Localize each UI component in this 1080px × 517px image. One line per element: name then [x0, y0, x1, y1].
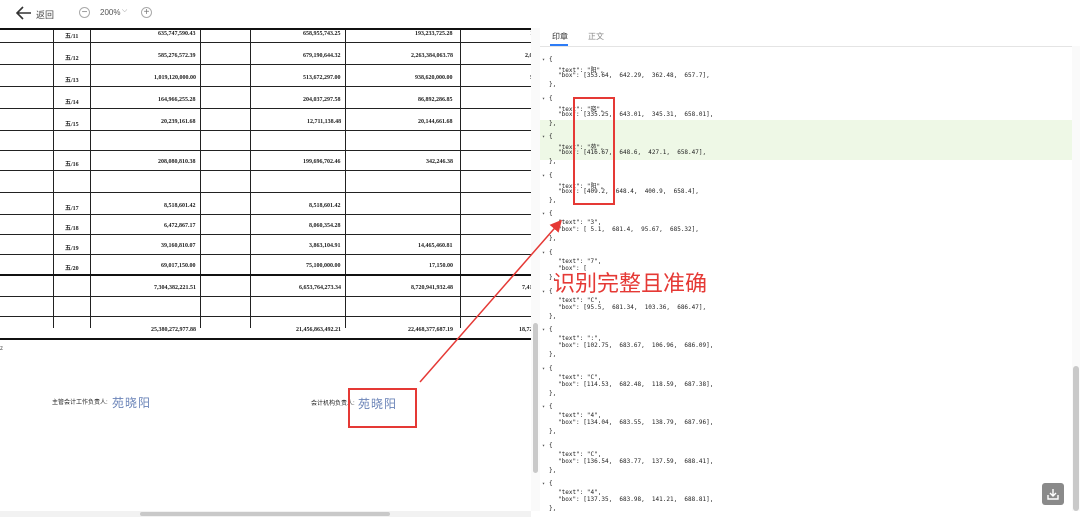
annotation-arrow [419, 219, 562, 383]
annotation-text: 识别完整且准确 [553, 272, 708, 297]
